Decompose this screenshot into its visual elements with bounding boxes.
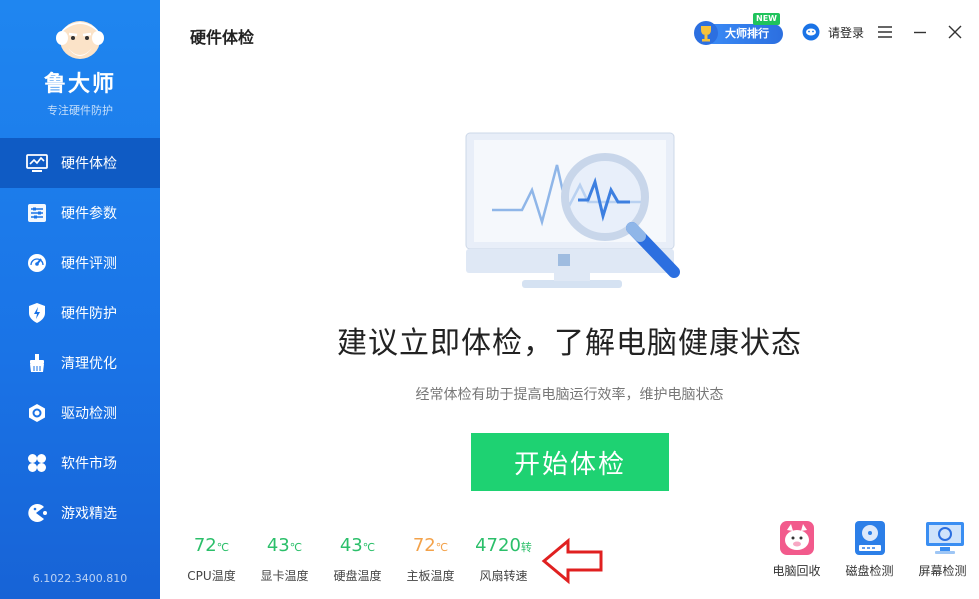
subline: 经常体检有助于提高电脑运行效率，维护电脑状态 [415,387,724,403]
top-bar: 硬件体检 大师排行 NEW 请登录 [160,0,979,66]
stat-unit: ℃ [216,541,230,554]
stat-disk-temp: 43℃ 硬盘温度 [321,535,394,584]
sidebar-item-hardware-check[interactable]: 硬件体检 [0,138,160,188]
stat-label: 显卡温度 [260,569,309,583]
monitor-chart-icon [26,152,48,174]
sidebar: 鲁大师 专注硬件防护 硬件体检 硬件参数 硬件评测 硬件防护 清理优化 驱动检测… [0,0,160,599]
shield-bolt-icon [26,302,48,324]
tool-screen-check[interactable]: 屏幕检测 [906,520,979,579]
disk-icon [852,520,888,556]
sidebar-item-hardware-params[interactable]: 硬件参数 [0,188,160,238]
broom-icon [26,352,48,374]
sliders-icon [26,202,48,224]
stat-label: 硬盘温度 [333,569,382,583]
sidebar-item-label: 游戏精选 [61,506,117,522]
stat-label: 风扇转速 [479,569,528,583]
tool-label: 磁盘检测 [845,564,894,578]
clover-icon [26,452,48,474]
hardware-stats: 72℃ CPU温度 43℃ 显卡温度 43℃ 硬盘温度 72℃ 主板温度 472… [175,535,540,584]
tool-label: 屏幕检测 [918,564,967,578]
stat-unit: ℃ [289,541,303,554]
sidebar-nav: 硬件体检 硬件参数 硬件评测 硬件防护 清理优化 驱动检测 软件市场 游戏精选 [0,138,160,538]
rank-button[interactable]: 大师排行 NEW [693,13,783,46]
stat-gpu-temp: 43℃ 显卡温度 [248,535,321,584]
app-logo: 鲁大师 专注硬件防护 [0,12,160,118]
stat-unit: ℃ [435,541,449,554]
stat-value: 72 [412,535,436,556]
menu-icon[interactable] [875,22,895,42]
sidebar-item-label: 软件市场 [61,456,117,472]
sidebar-item-label: 硬件体检 [61,156,117,172]
sidebar-item-label: 硬件防护 [61,306,117,322]
monitor-scan-illustration [462,130,687,295]
stat-unit: ℃ [362,541,376,554]
app-slogan: 专注硬件防护 [47,104,113,117]
headline: 建议立即体检，了解电脑健康状态 [337,326,802,361]
version-label: 6.1022.3400.810 [32,572,128,585]
stat-value: 43 [266,535,290,556]
annotation-arrow-icon [540,537,605,585]
tool-pc-recycle[interactable]: 电脑回收 [760,520,833,579]
sidebar-item-cleanup[interactable]: 清理优化 [0,338,160,388]
start-check-button[interactable]: 开始体检 [471,433,669,491]
sidebar-item-software-market[interactable]: 软件市场 [0,438,160,488]
stat-value: 43 [339,535,363,556]
sidebar-item-game-picks[interactable]: 游戏精选 [0,488,160,538]
sidebar-item-label: 硬件评测 [61,256,117,272]
login-button[interactable]: 请登录 [802,23,864,41]
stat-board-temp: 72℃ 主板温度 [394,535,467,584]
sidebar-item-label: 驱动检测 [61,406,117,422]
sidebar-item-label: 清理优化 [61,356,117,372]
new-tag: NEW [753,13,780,25]
sidebar-item-hardware-protect[interactable]: 硬件防护 [0,288,160,338]
speedometer-icon [26,252,48,274]
stat-value: 72 [193,535,217,556]
stat-fan-speed: 4720转 风扇转速 [467,535,540,584]
stat-label: CPU温度 [187,569,236,583]
stat-unit: 转 [520,541,532,554]
minimize-icon[interactable] [910,22,930,42]
tool-disk-check[interactable]: 磁盘检测 [833,520,906,579]
user-avatar-icon [802,23,820,41]
app-name: 鲁大师 [43,72,116,97]
pacman-icon [26,502,48,524]
gear-hex-icon [26,402,48,424]
quick-tools: 电脑回收 磁盘检测 屏幕检测 [760,520,979,579]
stat-cpu-temp: 72℃ CPU温度 [175,535,248,584]
screen-check-icon [925,520,964,556]
sidebar-item-driver-check[interactable]: 驱动检测 [0,388,160,438]
sidebar-item-label: 硬件参数 [61,206,117,222]
stat-value: 4720 [475,535,521,556]
login-label: 请登录 [828,25,865,40]
stat-label: 主板温度 [406,569,455,583]
close-icon[interactable] [945,22,965,42]
trophy-icon [693,20,719,46]
page-title: 硬件体检 [190,28,255,47]
sidebar-item-hardware-benchmark[interactable]: 硬件评测 [0,238,160,288]
tool-label: 电脑回收 [772,564,821,578]
pig-icon [779,520,815,556]
mascot-logo-icon [50,12,110,62]
